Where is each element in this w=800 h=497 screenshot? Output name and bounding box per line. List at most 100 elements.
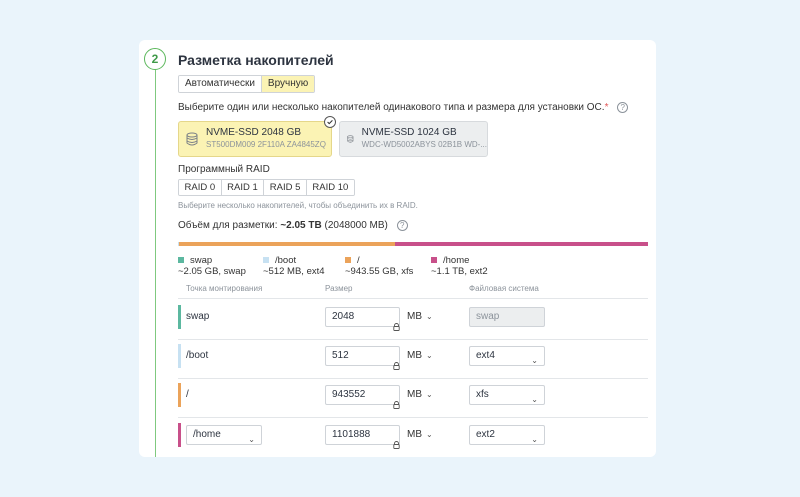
fs-select: swap	[469, 307, 545, 327]
fs-select[interactable]: ext4 ⌄	[469, 346, 545, 366]
column-header-mount: Точка монтирования	[186, 284, 263, 293]
allocation-bar	[178, 242, 648, 246]
mode-manual-button[interactable]: Вручную	[260, 76, 315, 92]
allocation-segment-home	[394, 242, 648, 246]
volume-value: ~2.05 TB	[280, 220, 322, 232]
legend-swatch	[431, 257, 437, 263]
section-title: Разметка накопителей	[178, 52, 334, 68]
legend-desc: ~2.05 GB, swap	[178, 266, 246, 277]
legend-name: /home	[443, 255, 470, 266]
allocation-segment-root	[178, 242, 395, 246]
database-icon	[186, 132, 198, 146]
mount-point-value: /home	[193, 429, 221, 440]
volume-label: Объём для разметки:	[178, 220, 278, 232]
step-number-badge: 2	[144, 48, 166, 70]
required-mark: *	[604, 102, 609, 114]
chevron-down-icon: ⌄	[426, 430, 433, 439]
lock-icon[interactable]	[393, 323, 400, 331]
unit-select[interactable]: MB ⌄	[407, 429, 433, 440]
fs-value: ext4	[476, 350, 495, 361]
raid-10-button[interactable]: RAID 10	[305, 180, 354, 195]
disk-card-nvme-2048[interactable]: NVME-SSD 2048 GB ST500DM009 2F110A ZA484…	[178, 116, 336, 157]
chevron-down-icon: ⌄	[426, 351, 433, 360]
unit-select[interactable]: MB ⌄	[407, 311, 433, 322]
legend-name: swap	[190, 255, 213, 266]
legend-swatch	[263, 257, 269, 263]
legend-desc: ~1.1 TB, ext2	[431, 266, 488, 277]
legend-name: /boot	[275, 255, 297, 266]
legend-name: /	[357, 255, 360, 266]
disk-name: NVME-SSD 1024 GB	[361, 127, 457, 138]
unit-select[interactable]: MB ⌄	[407, 389, 433, 400]
fs-value: xfs	[476, 389, 489, 400]
fs-select[interactable]: ext2 ⌄	[469, 425, 545, 445]
partition-row-boot: /boot 512 MB ⌄ ext4 ⌄	[178, 344, 648, 370]
chevron-down-icon: ⌄	[248, 435, 255, 444]
size-input[interactable]: 1101888	[325, 425, 400, 445]
raid-0-button[interactable]: RAID 0	[179, 180, 221, 195]
mount-point-label: swap	[186, 311, 210, 322]
mount-point-label: /	[186, 389, 189, 400]
chevron-down-icon: ⌄	[531, 356, 538, 365]
mount-point-select[interactable]: /home ⌄	[186, 425, 262, 445]
lock-icon[interactable]	[393, 401, 400, 409]
disk-selection-prompt: Выберите один или несколько накопителей …	[178, 102, 629, 114]
fs-select[interactable]: xfs ⌄	[469, 385, 545, 405]
prompt-text: Выберите один или несколько накопителей …	[178, 102, 605, 114]
chevron-down-icon: ⌄	[531, 395, 538, 404]
legend-home: /home ~1.1 TB, ext2	[431, 255, 488, 277]
row-color-stripe	[178, 423, 181, 447]
fs-value: ext2	[476, 429, 495, 440]
unit-label: MB	[407, 389, 422, 400]
legend-desc: ~512 MB, ext4	[263, 266, 325, 277]
lock-icon[interactable]	[393, 362, 400, 370]
divider	[178, 339, 648, 340]
unit-label: MB	[407, 350, 422, 361]
size-input[interactable]: 943552	[325, 385, 400, 405]
raid-1-button[interactable]: RAID 1	[220, 180, 264, 195]
divider	[178, 298, 648, 299]
raid-hint: Выберите несколько накопителей, чтобы об…	[178, 201, 418, 210]
mode-auto-button[interactable]: Автоматически	[179, 76, 261, 92]
disk-serial: ST500DM009 2F110A ZA4845ZQ	[206, 140, 326, 149]
legend-boot: /boot ~512 MB, ext4	[263, 255, 325, 277]
unit-label: MB	[407, 311, 422, 322]
divider	[178, 417, 648, 418]
raid-options: RAID 0 RAID 1 RAID 5 RAID 10	[178, 179, 355, 196]
column-header-size: Размер	[325, 284, 353, 293]
row-color-stripe	[178, 305, 181, 329]
legend-swatch	[178, 257, 184, 263]
help-icon[interactable]: ?	[617, 102, 629, 113]
lock-icon[interactable]	[393, 441, 400, 449]
chevron-down-icon: ⌄	[426, 312, 433, 321]
row-color-stripe	[178, 344, 181, 368]
partition-row-root: / 943552 MB ⌄ xfs ⌄	[178, 383, 648, 409]
row-color-stripe	[178, 383, 181, 407]
legend-root: / ~943.55 GB, xfs	[345, 255, 413, 277]
legend-desc: ~943.55 GB, xfs	[345, 266, 414, 277]
unit-label: MB	[407, 429, 422, 440]
volume-summary: Объём для разметки: ~2.05 TB (2048000 MB…	[178, 220, 408, 231]
step-connector-line	[155, 68, 156, 457]
chevron-down-icon: ⌄	[426, 390, 433, 399]
column-header-fs: Файловая система	[469, 284, 539, 293]
step-number: 2	[151, 52, 159, 66]
volume-extra: (2048000 MB)	[324, 220, 388, 232]
size-input[interactable]: 2048	[325, 307, 400, 327]
legend-swap: swap ~2.05 GB, swap	[178, 255, 246, 277]
raid-5-button[interactable]: RAID 5	[263, 180, 306, 195]
raid-label: Программный RAID	[178, 164, 270, 175]
help-icon[interactable]: ?	[396, 220, 408, 231]
partition-row-swap: swap 2048 MB ⌄ swap	[178, 305, 648, 331]
chevron-down-icon: ⌄	[531, 435, 538, 444]
fs-value: swap	[476, 311, 500, 322]
disk-name: NVME-SSD 2048 GB	[206, 127, 302, 138]
divider	[178, 378, 648, 379]
database-icon	[347, 135, 354, 143]
disk-card-nvme-1024[interactable]: NVME-SSD 1024 GB WDC-WD5002ABYS 02B1B WD…	[339, 121, 488, 157]
size-input[interactable]: 512	[325, 346, 400, 366]
mount-point-label: /boot	[186, 350, 209, 361]
legend-swatch	[345, 257, 351, 263]
mode-toggle: Автоматически Вручную	[178, 75, 316, 93]
unit-select[interactable]: MB ⌄	[407, 350, 433, 361]
